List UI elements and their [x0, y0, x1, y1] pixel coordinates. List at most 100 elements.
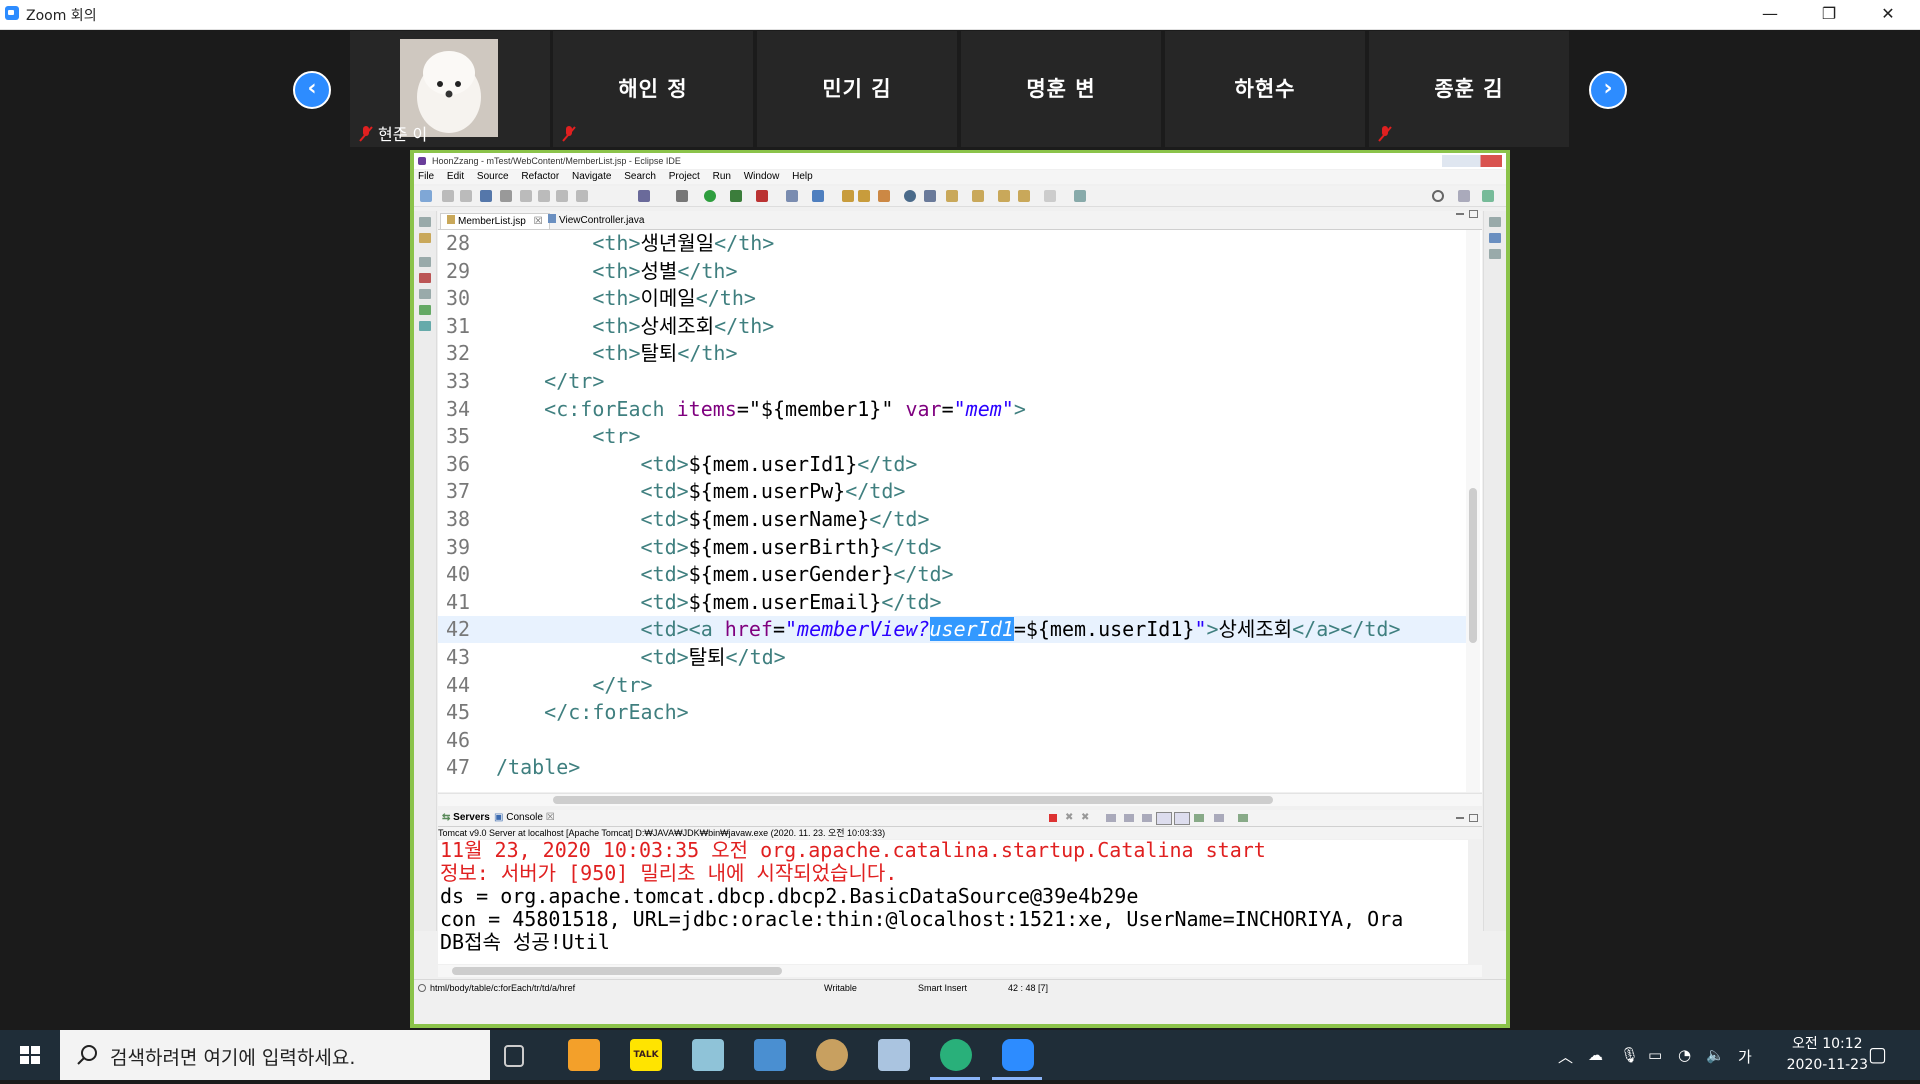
taskbar-search-box[interactable]: 검색하려면 여기에 입력하세요.	[60, 1030, 490, 1080]
console-output[interactable]: 11월 23, 2020 10:03:35 오전 org.apache.cata…	[438, 840, 1468, 964]
pin-console-icon[interactable]	[1194, 814, 1204, 822]
minimize-view-icon[interactable]	[1456, 817, 1464, 819]
markers-icon[interactable]	[419, 273, 431, 283]
display-console-icon[interactable]	[1214, 814, 1224, 822]
tab-viewcontroller-java[interactable]: ViewController.java	[542, 213, 650, 228]
code-line[interactable]: 42 <td><a href="memberView?userId1=${mem…	[438, 616, 1468, 644]
restore-button[interactable]: ❐	[1806, 2, 1852, 26]
code-line[interactable]: 38 <td>${mem.userName}</td>	[438, 506, 1468, 533]
ime-indicator[interactable]: 가	[1738, 1046, 1752, 1067]
menu-help[interactable]: Help	[792, 171, 813, 182]
menu-refactor[interactable]: Refactor	[521, 171, 559, 182]
back-icon[interactable]	[998, 190, 1010, 202]
notepad-icon[interactable]	[692, 1039, 724, 1071]
menu-navigate[interactable]: Navigate	[572, 171, 611, 182]
run-icon[interactable]	[704, 190, 716, 202]
coverage-icon[interactable]	[730, 190, 742, 202]
volume-icon[interactable]: 🔈	[1706, 1046, 1725, 1064]
store-icon[interactable]	[568, 1039, 600, 1071]
console-horizontal-scrollbar[interactable]	[438, 965, 1482, 977]
code-line[interactable]: 37 <td>${mem.userPw}</td>	[438, 478, 1468, 505]
minimize-view-icon[interactable]	[1456, 213, 1464, 215]
open-external-icon[interactable]	[1074, 190, 1086, 202]
menu-project[interactable]: Project	[669, 171, 700, 182]
show-on-error-icon[interactable]	[1174, 812, 1190, 825]
code-line[interactable]: 35 <tr>	[438, 423, 1468, 450]
code-line[interactable]: 28 <th>생년월일</th>	[438, 230, 1468, 257]
search-icon[interactable]	[1432, 190, 1444, 202]
start-button[interactable]	[0, 1030, 60, 1080]
scroll-thumb[interactable]	[553, 796, 1273, 804]
snippets-icon[interactable]	[419, 321, 431, 331]
prev-participants-button[interactable]: ‹	[293, 71, 331, 109]
menu-window[interactable]: Window	[744, 171, 780, 182]
tab-console[interactable]: ▣ Console ☒	[494, 810, 555, 826]
new-icon[interactable]	[420, 190, 432, 202]
prev-annotation-icon[interactable]	[972, 190, 984, 202]
show-on-output-icon[interactable]	[1156, 812, 1172, 825]
wifi-icon[interactable]: ◔	[1678, 1046, 1691, 1064]
code-line[interactable]: 40 <td>${mem.userGender}</td>	[438, 561, 1468, 588]
step-icon[interactable]	[576, 190, 588, 202]
installer-icon[interactable]	[878, 1039, 910, 1071]
scroll-lock-icon[interactable]	[1124, 814, 1134, 822]
menu-run[interactable]: Run	[713, 171, 731, 182]
zoom-app-icon[interactable]	[1002, 1039, 1034, 1071]
outline-icon[interactable]	[1489, 233, 1501, 243]
data-source-icon[interactable]	[419, 305, 431, 315]
paint-icon[interactable]	[816, 1039, 848, 1071]
code-line[interactable]: 43 <td>탈퇴</td>	[438, 644, 1468, 671]
task-list-icon[interactable]	[1489, 249, 1501, 259]
menu-search[interactable]: Search	[624, 171, 656, 182]
code-line[interactable]: 30 <th>이메일</th>	[438, 285, 1468, 312]
menu-file[interactable]: File	[418, 171, 434, 182]
minimize-button[interactable]: —	[1747, 2, 1793, 26]
code-line[interactable]: 41 <td>${mem.userEmail}</td>	[438, 589, 1468, 616]
taskbar-clock[interactable]: 오전 10:12 2020-11-23	[1787, 1034, 1868, 1076]
editor-vertical-scrollbar[interactable]	[1466, 230, 1480, 792]
task-view-icon[interactable]	[504, 1045, 524, 1067]
code-line[interactable]: 32 <th>탈퇴</th>	[438, 340, 1468, 367]
word-wrap-icon[interactable]	[1142, 814, 1152, 822]
terminal-icon[interactable]	[480, 190, 492, 202]
open-task-icon[interactable]	[638, 190, 650, 202]
microphone-icon[interactable]: 🎙	[1620, 1046, 1639, 1064]
save-icon[interactable]	[442, 190, 454, 202]
resume-icon[interactable]	[520, 190, 532, 202]
next-annotation-icon[interactable]	[946, 190, 958, 202]
code-line[interactable]: 36 <td>${mem.userId1}</td>	[438, 451, 1468, 478]
skip-icon[interactable]	[500, 190, 512, 202]
close-button[interactable]: ✕	[1865, 2, 1911, 26]
show-hidden-icons-icon[interactable]: ︿	[1558, 1046, 1573, 1067]
save-all-icon[interactable]	[460, 190, 472, 202]
code-line[interactable]: 46	[438, 727, 1468, 754]
whale-browser-icon[interactable]	[940, 1039, 972, 1071]
participant-tile-3[interactable]: 민기 김	[757, 31, 957, 147]
code-line[interactable]: 31 <th>상세조회</th>	[438, 313, 1468, 340]
nav-forward-icon[interactable]	[1044, 190, 1056, 202]
project-explorer-icon[interactable]	[419, 233, 431, 243]
code-editor[interactable]: 28 <th>생년월일</th> 29 <th>성별</th> 30 <th>이메일…	[438, 230, 1482, 792]
restore-view-icon[interactable]	[419, 217, 431, 227]
external-tools-icon[interactable]	[756, 190, 768, 202]
forward-icon[interactable]	[1018, 190, 1030, 202]
monitor-icon[interactable]	[754, 1039, 786, 1071]
eclipse-window-controls[interactable]	[1442, 155, 1502, 167]
tab-servers[interactable]: ⇆ Servers	[442, 810, 490, 826]
open-type-icon[interactable]	[842, 190, 854, 202]
code-line[interactable]: 44 </tr>	[438, 672, 1468, 699]
code-line[interactable]: 39 <td>${mem.userBirth}</td>	[438, 534, 1468, 561]
participant-tile-5[interactable]: 하현수	[1165, 31, 1365, 147]
menu-edit[interactable]: Edit	[447, 171, 464, 182]
code-line[interactable]: 33 </tr>	[438, 368, 1468, 395]
next-participants-button[interactable]: ›	[1589, 71, 1627, 109]
perspective-icon[interactable]	[1458, 190, 1470, 202]
remove-launch-icon[interactable]: ✖	[1065, 810, 1073, 826]
close-tab-icon[interactable]: ☒	[546, 812, 555, 823]
participant-tile-6[interactable]: 종훈 김	[1369, 31, 1569, 147]
new-class-icon[interactable]	[812, 190, 824, 202]
maximize-view-icon[interactable]	[1469, 814, 1478, 822]
editor-horizontal-scrollbar[interactable]	[438, 793, 1482, 806]
code-line[interactable]: 29 <th>성별</th>	[438, 258, 1468, 285]
remove-all-icon[interactable]: ✖	[1081, 810, 1089, 826]
